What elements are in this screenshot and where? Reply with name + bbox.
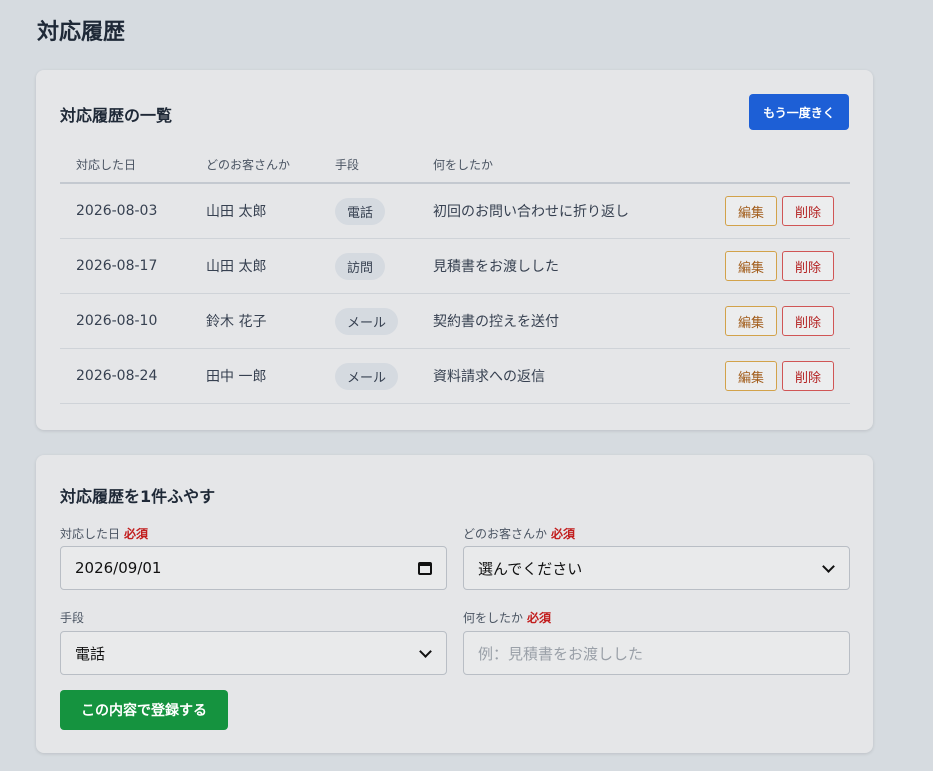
customer-field-label: どのお客さんか 必須 (463, 525, 575, 542)
add-history-card: 対応履歴を1件ふやす 対応した日 必須 2026/09/01 どのお客さんか 必須 … (36, 455, 873, 753)
method-select[interactable]: 電話 (60, 631, 447, 675)
row-date: 2026-08-10 (60, 293, 206, 349)
row-customer: 田中 一郎 (206, 348, 335, 404)
column-header-actions (713, 146, 850, 184)
note-input-placeholder: 例：見積書をお渡しした (478, 644, 644, 663)
history-list-card: 対応履歴の一覧 もう一度きく 対応した日 どのお客さんか 手段 何をしたか 20… (36, 70, 873, 430)
delete-button[interactable]: 削除 (781, 306, 834, 336)
method-badge: メール (335, 307, 399, 335)
required-mark: 必須 (124, 527, 149, 541)
row-note: 契約書の控えを送付 (433, 293, 713, 349)
required-mark: 必須 (551, 527, 576, 541)
required-mark: 必須 (527, 611, 552, 625)
method-field-label: 手段 (60, 611, 85, 625)
note-label-text: 何をしたか (463, 611, 524, 625)
chevron-down-icon (822, 559, 835, 573)
customer-select[interactable]: 選んでください (463, 546, 850, 590)
column-header-note: 何をしたか (433, 146, 713, 184)
edit-button[interactable]: 編集 (724, 251, 777, 281)
date-label-text: 対応した日 (60, 527, 121, 541)
customer-label-text: どのお客さんか (463, 527, 548, 541)
reload-button[interactable]: もう一度きく (749, 94, 849, 130)
row-customer: 山田 太郎 (206, 183, 335, 239)
add-history-title: 対応履歴を1件ふやす (60, 487, 216, 506)
note-input[interactable]: 例：見積書をお渡しした (463, 631, 850, 675)
page-title: 対応履歴 (37, 20, 126, 45)
chevron-down-icon (419, 644, 432, 658)
submit-button[interactable]: この内容で登録する (60, 690, 228, 730)
note-field-label: 何をしたか 必須 (463, 609, 551, 626)
table-row: 2026-08-03 山田 太郎 電話 初回のお問い合わせに折り返し 編集 削除 (60, 183, 850, 239)
date-input[interactable]: 2026/09/01 (60, 546, 447, 590)
calendar-icon[interactable] (418, 561, 432, 575)
edit-button[interactable]: 編集 (724, 196, 777, 226)
history-table: 対応した日 どのお客さんか 手段 何をしたか 2026-08-03 山田 太郎 … (60, 146, 850, 404)
row-customer: 山田 太郎 (206, 238, 335, 294)
date-input-value: 2026/09/01 (75, 559, 162, 577)
history-list-title: 対応履歴の一覧 (60, 106, 173, 125)
row-note: 見積書をお渡しした (433, 238, 713, 294)
delete-button[interactable]: 削除 (781, 251, 834, 281)
row-date: 2026-08-03 (60, 183, 206, 239)
customer-select-value: 選んでください (478, 559, 583, 578)
table-row: 2026-08-10 鈴木 花子 メール 契約書の控えを送付 編集 削除 (60, 293, 850, 349)
method-select-value: 電話 (75, 644, 106, 663)
column-header-date: 対応した日 (60, 146, 206, 184)
edit-button[interactable]: 編集 (724, 361, 777, 391)
column-header-method: 手段 (335, 146, 433, 184)
row-note: 資料請求への返信 (433, 348, 713, 404)
method-badge: 電話 (335, 197, 386, 225)
edit-button[interactable]: 編集 (724, 306, 777, 336)
delete-button[interactable]: 削除 (781, 361, 834, 391)
date-field-label: 対応した日 必須 (60, 525, 148, 542)
table-row: 2026-08-17 山田 太郎 訪問 見積書をお渡しした 編集 削除 (60, 238, 850, 294)
table-header-row: 対応した日 どのお客さんか 手段 何をしたか (60, 146, 850, 184)
method-badge: メール (335, 362, 399, 390)
method-badge: 訪問 (335, 252, 386, 280)
row-note: 初回のお問い合わせに折り返し (433, 183, 713, 239)
table-row: 2026-08-24 田中 一郎 メール 資料請求への返信 編集 削除 (60, 348, 850, 404)
row-date: 2026-08-17 (60, 238, 206, 294)
row-date: 2026-08-24 (60, 348, 206, 404)
delete-button[interactable]: 削除 (781, 196, 834, 226)
column-header-customer: どのお客さんか (206, 146, 335, 184)
row-customer: 鈴木 花子 (206, 293, 335, 349)
